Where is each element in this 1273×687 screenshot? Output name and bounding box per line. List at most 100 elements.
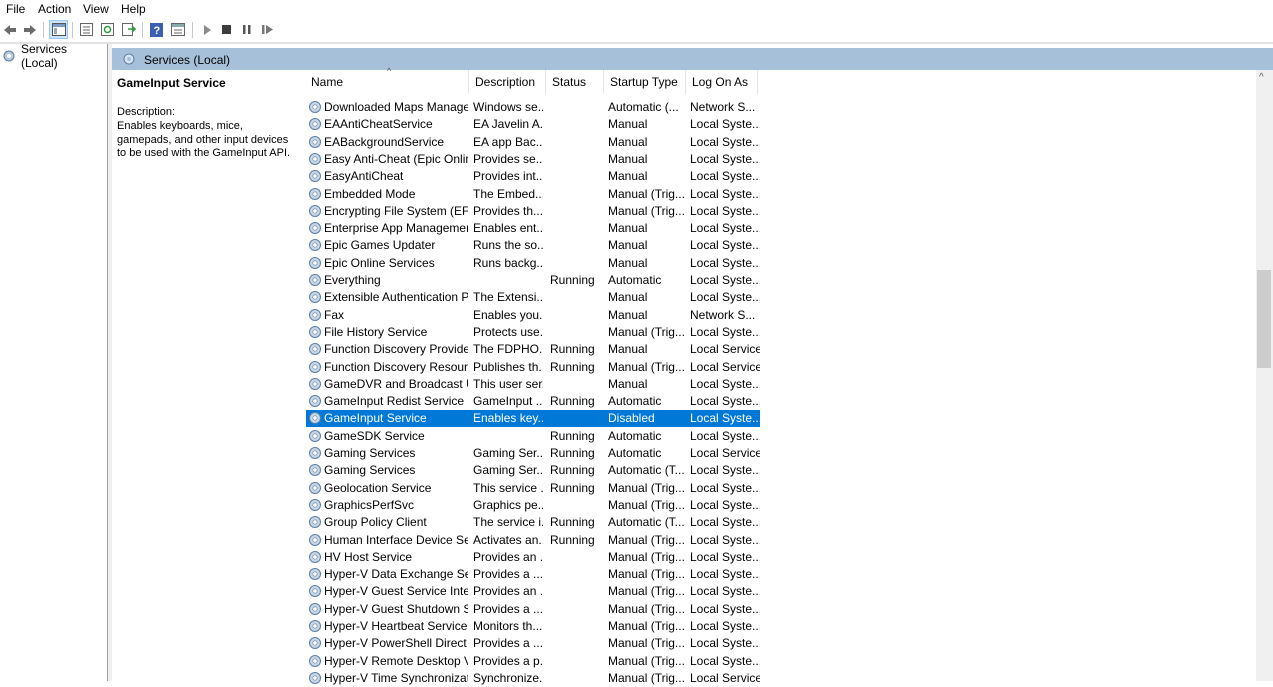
refresh-icon[interactable]: [99, 21, 116, 38]
service-row[interactable]: Hyper-V PowerShell Direct ... Provides a …: [306, 635, 760, 652]
service-name-cell: Extensible Authentication P...: [324, 290, 468, 305]
service-name-cell: EAAntiCheatService: [324, 117, 433, 132]
menu-view[interactable]: View: [83, 2, 109, 16]
service-row[interactable]: Downloaded Maps Manager Windows se... Auto…: [306, 99, 760, 116]
service-row[interactable]: Group Policy Client The service i... Runni…: [306, 514, 760, 531]
service-startup-type-cell: Manual (Trig...: [608, 203, 684, 218]
service-name-cell: Hyper-V Heartbeat Service: [324, 619, 468, 633]
service-log-on-as-cell: Local Syste...: [690, 376, 760, 391]
export-list-icon[interactable]: [120, 21, 137, 38]
pause-service-icon[interactable]: [238, 21, 255, 38]
service-log-on-as-cell: Local Syste...: [690, 117, 760, 132]
service-description-cell: Provides th...: [473, 203, 543, 218]
service-description-cell: Publishes th...: [473, 359, 543, 374]
service-startup-type-cell: Manual (Trig...: [608, 584, 684, 599]
vertical-scrollbar[interactable]: ^: [1256, 70, 1273, 681]
scroll-up-arrow-icon[interactable]: ^: [1259, 72, 1264, 83]
column-header-startup-type[interactable]: Startup Type: [604, 70, 686, 94]
description-text: Enables keyboards, mice, gamepads, and o…: [117, 120, 291, 159]
service-row[interactable]: Geolocation Service This service ... Runni…: [306, 480, 760, 497]
service-row[interactable]: EAAntiCheatService EA Javelin A... Manual L…: [306, 116, 760, 133]
service-gear-icon: [309, 222, 321, 235]
column-header-status[interactable]: Status: [546, 70, 604, 94]
service-row[interactable]: GameInput Service Enables key... Disabled L…: [306, 410, 760, 428]
service-gear-icon: [309, 429, 321, 442]
service-row[interactable]: Hyper-V Heartbeat Service Monitors th... M…: [306, 618, 760, 635]
service-name-cell: Function Discovery Provide...: [324, 342, 468, 357]
start-service-icon[interactable]: [198, 21, 215, 38]
properties-icon[interactable]: [78, 21, 95, 38]
service-row[interactable]: File History Service Protects use... Manua…: [306, 324, 760, 341]
service-startup-type-cell: Manual: [608, 307, 648, 322]
service-row[interactable]: Human Interface Device Ser... Activates a…: [306, 532, 760, 549]
service-startup-type-cell: Manual (Trig...: [608, 549, 684, 564]
toolbar-separator: [43, 22, 44, 38]
service-name-cell: GameSDK Service: [324, 428, 425, 443]
service-log-on-as-cell: Local Syste...: [690, 151, 760, 166]
service-row[interactable]: GameInput Redist Service GameInput ... Run…: [306, 393, 760, 410]
column-header-name[interactable]: ^ Name: [305, 66, 469, 94]
menu-help[interactable]: Help: [121, 2, 146, 16]
service-log-on-as-cell: Local Service: [690, 359, 760, 374]
service-status-cell: Running: [550, 342, 595, 357]
service-row[interactable]: Epic Online Services Runs backg... Manual L…: [306, 255, 760, 272]
service-row[interactable]: Hyper-V Data Exchange Ser... Provides a .…: [306, 566, 760, 583]
forward-arrow-icon[interactable]: [21, 21, 38, 38]
service-row[interactable]: Hyper-V Time Synchronizati... Synchronize…: [306, 670, 760, 687]
service-log-on-as-cell: Local Service: [690, 446, 760, 460]
service-name-cell: HV Host Service: [324, 549, 413, 564]
scrollbar-thumb[interactable]: [1257, 270, 1271, 368]
service-row[interactable]: Function Discovery Provide... The FDPHO..…: [306, 341, 760, 358]
service-name-cell: Gaming Services: [324, 446, 416, 460]
service-name-cell: Function Discovery Resourc...: [324, 359, 468, 374]
service-row[interactable]: Hyper-V Guest Service Inter... Provides a…: [306, 583, 760, 600]
service-startup-type-cell: Manual: [608, 376, 648, 391]
service-gear-icon: [309, 274, 321, 286]
service-gear-icon: [309, 568, 321, 581]
service-row[interactable]: Embedded Mode The Embed... Manual (Trig...…: [306, 186, 760, 203]
service-status-cell: Running: [550, 359, 595, 374]
service-description-cell: Synchronize...: [473, 670, 543, 685]
service-row[interactable]: Gaming Services Gaming Ser... Running Autom…: [306, 445, 760, 462]
list-view-icon[interactable]: [169, 21, 186, 38]
show-hide-console-tree-icon[interactable]: [49, 20, 68, 39]
column-header-log-on-as[interactable]: Log On As: [686, 70, 758, 94]
service-gear-icon: [309, 602, 321, 615]
service-row[interactable]: Encrypting File System (EFS) Provides th.…: [306, 203, 760, 220]
service-startup-type-cell: Manual (Trig...: [608, 670, 684, 685]
service-row[interactable]: GameDVR and Broadcast Us... This user ser…: [306, 376, 760, 393]
service-startup-type-cell: Automatic: [608, 428, 662, 443]
service-row[interactable]: EasyAntiCheat Provides int... Manual Local …: [306, 168, 760, 185]
service-startup-type-cell: Manual (Trig...: [608, 567, 684, 582]
service-row[interactable]: Fax Enables you... Manual Network S...: [306, 307, 760, 324]
service-row[interactable]: GameSDK Service Running Automatic Local Sys…: [306, 428, 760, 445]
service-row[interactable]: Everything Running Automatic Local Syste...: [306, 272, 760, 289]
menu-action[interactable]: Action: [38, 2, 71, 16]
service-row[interactable]: EABackgroundService EA app Bac... Manual Lo…: [306, 134, 760, 151]
service-row[interactable]: Hyper-V Guest Shutdown S... Provides a ..…: [306, 601, 760, 618]
help-icon[interactable]: ?: [148, 21, 165, 38]
service-row[interactable]: Easy Anti-Cheat (Epic Onlin... Provides s…: [306, 151, 760, 168]
menu-file[interactable]: File: [6, 2, 25, 16]
restart-service-icon[interactable]: [259, 21, 276, 38]
service-row[interactable]: Enterprise App Managemen... Enables ent..…: [306, 220, 760, 237]
service-gear-icon: [309, 533, 321, 546]
service-description-cell: Provides an ...: [473, 549, 543, 564]
service-row[interactable]: GraphicsPerfSvc Graphics pe... Manual (Tri…: [306, 497, 760, 514]
service-row[interactable]: Function Discovery Resourc... Publishes t…: [306, 359, 760, 376]
service-startup-type-cell: Manual: [608, 342, 648, 357]
column-header-description[interactable]: Description: [469, 70, 546, 94]
service-row[interactable]: Extensible Authentication P... The Extens…: [306, 289, 760, 306]
service-description-cell: The Embed...: [473, 186, 543, 201]
service-log-on-as-cell: Local Syste...: [690, 636, 760, 651]
service-log-on-as-cell: Local Syste...: [690, 324, 760, 339]
service-row[interactable]: Epic Games Updater Runs the so... Manual Lo…: [306, 237, 760, 254]
tree-item-services-local[interactable]: Services (Local): [2, 42, 107, 70]
back-arrow-icon[interactable]: [1, 21, 18, 38]
service-name-cell: Hyper-V Time Synchronizati...: [324, 670, 468, 685]
service-row[interactable]: Gaming Services Gaming Ser... Running Autom…: [306, 462, 760, 479]
stop-service-icon[interactable]: [218, 21, 235, 38]
service-gear-icon: [309, 637, 321, 650]
service-row[interactable]: HV Host Service Provides an ... Manual (Tr…: [306, 549, 760, 566]
service-row[interactable]: Hyper-V Remote Desktop Vi... Provides a p…: [306, 653, 760, 670]
